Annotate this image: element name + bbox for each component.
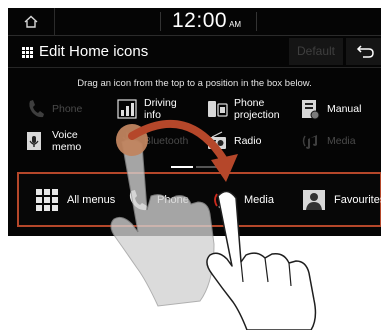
pointing-hand-illustration bbox=[206, 190, 317, 330]
drag-arrow-icon bbox=[128, 119, 238, 182]
drag-gesture-illustration bbox=[110, 119, 317, 330]
ghost-hand-illustration bbox=[110, 138, 215, 307]
